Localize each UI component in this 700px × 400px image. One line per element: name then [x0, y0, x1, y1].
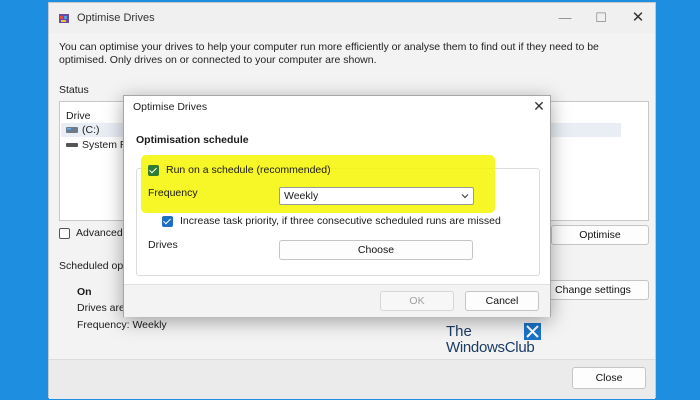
- window-title: Optimise Drives: [77, 12, 155, 24]
- optimisation-schedule-dialog: Optimise Drives ✕ Optimisation schedule …: [123, 95, 551, 317]
- watermark: The WindowsClub: [446, 323, 550, 357]
- drive-icon: [66, 143, 78, 147]
- drive-label: (C:): [82, 124, 100, 136]
- run-on-schedule-label: Run on a schedule (recommended): [166, 164, 331, 176]
- run-on-schedule-checkbox[interactable]: Run on a schedule (recommended): [148, 164, 331, 176]
- title-bar: Optimise Drives — ☐ ✕: [49, 3, 655, 33]
- cancel-button[interactable]: Cancel: [465, 291, 539, 311]
- intro-text: You can optimise your drives to help you…: [59, 41, 599, 66]
- checkbox-checked[interactable]: [162, 215, 173, 227]
- schedule-state: On: [77, 286, 92, 298]
- minimize-icon[interactable]: —: [551, 8, 579, 28]
- drive-icon: [66, 127, 78, 133]
- watermark-line1: The: [446, 323, 472, 340]
- status-heading: Status: [59, 84, 89, 96]
- increase-priority-checkbox[interactable]: Increase task priority, if three consecu…: [162, 215, 501, 227]
- checkbox-checked[interactable]: [148, 164, 159, 176]
- drive-column-header[interactable]: Drive: [66, 110, 91, 122]
- close-button[interactable]: Close: [572, 367, 646, 389]
- schedule-drives-text: Drives are: [77, 302, 125, 314]
- close-icon[interactable]: ✕: [531, 98, 547, 115]
- dialog-title: Optimise Drives: [133, 101, 208, 113]
- drives-label: Drives: [148, 239, 178, 251]
- frequency-value: Weekly: [284, 190, 319, 202]
- change-settings-button[interactable]: Change settings: [537, 280, 649, 300]
- chevron-down-icon: [461, 194, 469, 199]
- drive-row-c[interactable]: (C:): [66, 124, 100, 136]
- maximize-icon[interactable]: ☐: [587, 8, 615, 28]
- choose-button[interactable]: Choose: [279, 240, 473, 260]
- frequency-select[interactable]: Weekly: [279, 187, 474, 205]
- schedule-frequency-text: Frequency: Weekly: [77, 319, 167, 331]
- advanced-view-checkbox[interactable]: Advanced: [59, 227, 123, 239]
- checkbox-box[interactable]: [59, 227, 70, 239]
- footer-bar: [49, 359, 655, 399]
- optimise-button[interactable]: Optimise: [551, 225, 649, 245]
- app-defrag-icon: [59, 14, 69, 23]
- windowsclub-logo-icon: [524, 323, 541, 340]
- scheduled-optimisation-heading: Scheduled opti: [59, 260, 129, 272]
- drive-row-system-reserved[interactable]: System R: [66, 139, 128, 151]
- section-title: Optimisation schedule: [136, 134, 249, 146]
- watermark-line2: WindowsClub: [446, 339, 535, 356]
- ok-button[interactable]: OK: [380, 291, 454, 311]
- drive-label: System R: [82, 139, 128, 151]
- advanced-label: Advanced: [76, 227, 123, 239]
- increase-priority-label: Increase task priority, if three consecu…: [180, 215, 501, 227]
- frequency-label: Frequency: [148, 187, 198, 199]
- close-icon[interactable]: ✕: [624, 8, 652, 28]
